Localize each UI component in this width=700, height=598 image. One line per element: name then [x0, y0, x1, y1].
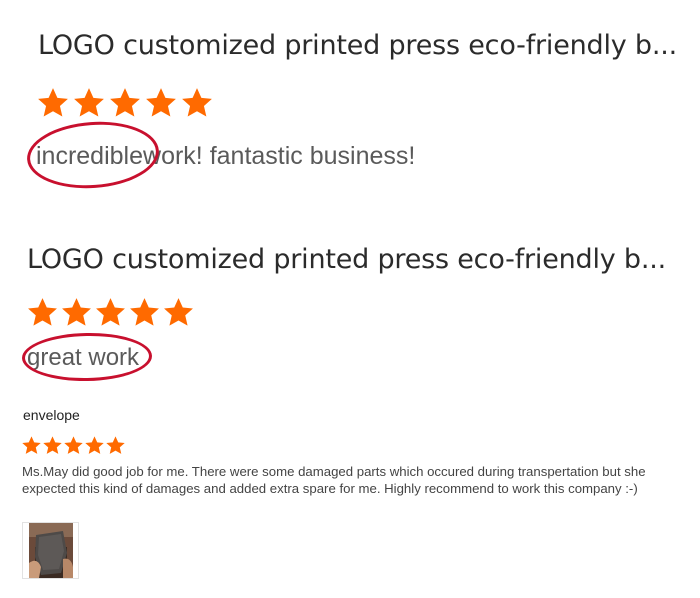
highlight-circle — [21, 331, 153, 383]
star-icon — [105, 435, 126, 456]
star-icon — [36, 86, 70, 120]
star-icon — [72, 86, 106, 120]
star-rating — [21, 435, 126, 456]
star-icon — [21, 435, 42, 456]
star-icon — [63, 435, 84, 456]
star-icon — [84, 435, 105, 456]
star-icon — [108, 86, 142, 120]
review-text: Ms.May did good job for me. There were s… — [22, 464, 646, 496]
star-rating — [26, 296, 195, 329]
star-icon — [144, 86, 178, 120]
star-icon — [162, 296, 195, 329]
star-icon — [42, 435, 63, 456]
product-name[interactable]: envelope — [23, 407, 80, 423]
star-icon — [26, 296, 59, 329]
product-title[interactable]: LOGO customized printed press eco-friend… — [27, 244, 666, 275]
photo-image — [29, 523, 73, 578]
star-icon — [94, 296, 127, 329]
star-icon — [128, 296, 161, 329]
star-icon — [180, 86, 214, 120]
star-icon — [60, 296, 93, 329]
review-photo-thumbnail[interactable] — [22, 522, 79, 579]
product-title[interactable]: LOGO customized printed press eco-friend… — [38, 30, 677, 61]
highlight-circle — [24, 117, 162, 193]
comment-text: work! fantastic business! — [143, 142, 416, 170]
star-rating — [36, 86, 214, 120]
